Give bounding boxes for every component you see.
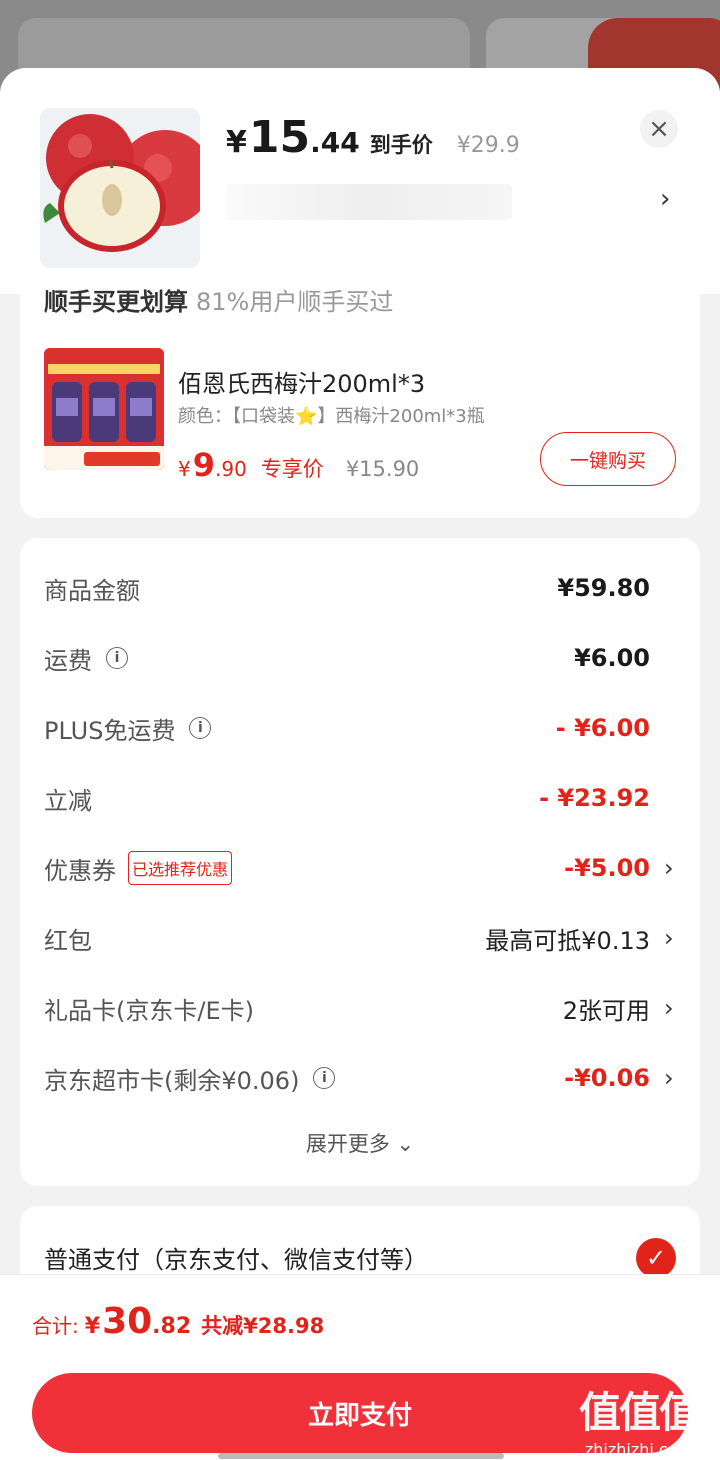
- info-icon[interactable]: i: [313, 1067, 336, 1089]
- row-label: 立减: [44, 786, 92, 815]
- price-integer: 15: [248, 112, 311, 163]
- goods-amount-row: 商品金额 ¥59.80: [44, 568, 676, 608]
- row-label: 礼品卡(京东卡/E卡): [44, 996, 254, 1025]
- row-value: -¥5.00: [564, 854, 650, 882]
- plus-free-shipping-row: PLUS免运费 i - ¥6.00: [44, 708, 676, 748]
- row-value: 2张可用: [562, 996, 650, 1025]
- chevron-right-icon: ›: [664, 924, 674, 952]
- price-label: 到手价: [369, 133, 433, 157]
- chevron-right-icon: ›: [664, 994, 674, 1022]
- row-value: - ¥23.92: [539, 784, 650, 812]
- price-integer: 9: [192, 446, 215, 484]
- expand-more-button[interactable]: 展开更多 ⌄: [20, 1128, 700, 1158]
- final-price: ¥ 15 .44 到手价 ¥29.9: [226, 112, 520, 163]
- currency-symbol: ¥: [84, 1314, 101, 1339]
- total-savings: 共减¥28.98: [201, 1314, 325, 1338]
- original-price: ¥15.90: [345, 457, 420, 481]
- original-price: ¥29.9: [456, 133, 520, 158]
- row-label: 运费: [44, 646, 92, 675]
- price-decimal: .90: [215, 457, 247, 481]
- watermark-logo: 值值值: [578, 1388, 701, 1437]
- chevron-right-icon[interactable]: ›: [660, 184, 670, 214]
- recommend-product-spec: 颜色：【口袋装⭐】西梅汁200ml*3瓶: [178, 406, 485, 427]
- recommend-title: 顺手买更划算 81%用户顺手买过: [44, 282, 393, 317]
- coupon-row[interactable]: 优惠券 已选推荐优惠 -¥5.00 ›: [44, 848, 676, 888]
- row-label: PLUS免运费: [44, 716, 176, 745]
- row-label: 优惠券: [44, 856, 116, 885]
- row-label: 红包: [44, 926, 92, 955]
- row-value: ¥6.00: [574, 644, 650, 672]
- instant-discount-row: 立减 - ¥23.92: [44, 778, 676, 818]
- row-value: 最高可抵¥0.13: [485, 926, 650, 955]
- supermarket-card-row[interactable]: 京东超市卡(剩余¥0.06) i -¥0.06 ›: [44, 1058, 676, 1098]
- shipping-row: 运费 i ¥6.00: [44, 638, 676, 678]
- product-thumbnail: [40, 108, 200, 268]
- watermark-url: zhizhizhi.com: [584, 1440, 694, 1459]
- recommend-price: ¥ 9 .90 专享价 ¥15.90: [178, 446, 419, 484]
- total-integer: 30: [102, 1301, 153, 1342]
- checkout-sheet: ¥ 15 .44 到手价 ¥29.9 × › 顺手买更划算 81%用户顺手买过: [0, 68, 720, 1460]
- payment-method-label: 普通支付（京东支付、微信支付等）: [44, 1246, 428, 1274]
- exclusive-price-tag: 专享价: [260, 457, 324, 481]
- red-packet-row[interactable]: 红包 最高可抵¥0.13 ›: [44, 918, 676, 958]
- info-icon[interactable]: i: [106, 647, 128, 669]
- info-icon[interactable]: i: [189, 717, 212, 739]
- one-click-buy-button[interactable]: 一键购买: [540, 432, 676, 486]
- site-watermark: 值值值 zhizhizhi.com: [564, 1379, 714, 1459]
- recommend-heading: 顺手买更划算: [44, 288, 188, 316]
- recommend-subtitle: 81%用户顺手买过: [196, 288, 394, 316]
- sheet-header: ¥ 15 .44 到手价 ¥29.9 × ›: [0, 68, 720, 294]
- chevron-right-icon: ›: [664, 854, 674, 882]
- recommend-product-name[interactable]: 佰恩氏西梅汁200ml*3: [178, 364, 425, 399]
- row-value: -¥0.06: [564, 1064, 650, 1092]
- cost-breakdown-card: 商品金额 ¥59.80 运费 i ¥6.00 PLUS免运费 i - ¥6.00 立…: [20, 538, 700, 1186]
- gift-card-row[interactable]: 礼品卡(京东卡/E卡) 2张可用 ›: [44, 988, 676, 1028]
- close-button[interactable]: ×: [640, 110, 678, 148]
- order-total: 合计: ¥ 30 .82 共减¥28.98: [32, 1301, 324, 1342]
- total-label: 合计:: [32, 1314, 79, 1338]
- row-value: ¥59.80: [557, 574, 650, 602]
- home-indicator[interactable]: [218, 1453, 504, 1459]
- row-label: 商品金额: [44, 576, 140, 605]
- recommend-card: 顺手买更划算 81%用户顺手买过 佰恩氏西梅汁200ml*3 颜色：【口袋装⭐】西…: [20, 288, 700, 518]
- close-icon: ×: [648, 114, 670, 144]
- checkout-bottom-bar: 合计: ¥ 30 .82 共减¥28.98 立即支付 值值值 zhizhizhi…: [0, 1274, 720, 1460]
- total-decimal: .82: [152, 1314, 192, 1339]
- row-label: 京东超市卡(剩余¥0.06): [44, 1066, 300, 1095]
- currency-symbol: ¥: [178, 457, 191, 481]
- recommend-product-image[interactable]: [44, 348, 164, 470]
- price-decimal: .44: [310, 126, 360, 159]
- blurred-spec-text: [226, 184, 512, 220]
- check-icon[interactable]: ✓: [636, 1238, 676, 1278]
- row-value: - ¥6.00: [555, 714, 650, 742]
- currency-symbol: ¥: [226, 125, 247, 160]
- recommended-coupon-badge: 已选推荐优惠: [128, 851, 233, 885]
- chevron-right-icon: ›: [664, 1064, 674, 1092]
